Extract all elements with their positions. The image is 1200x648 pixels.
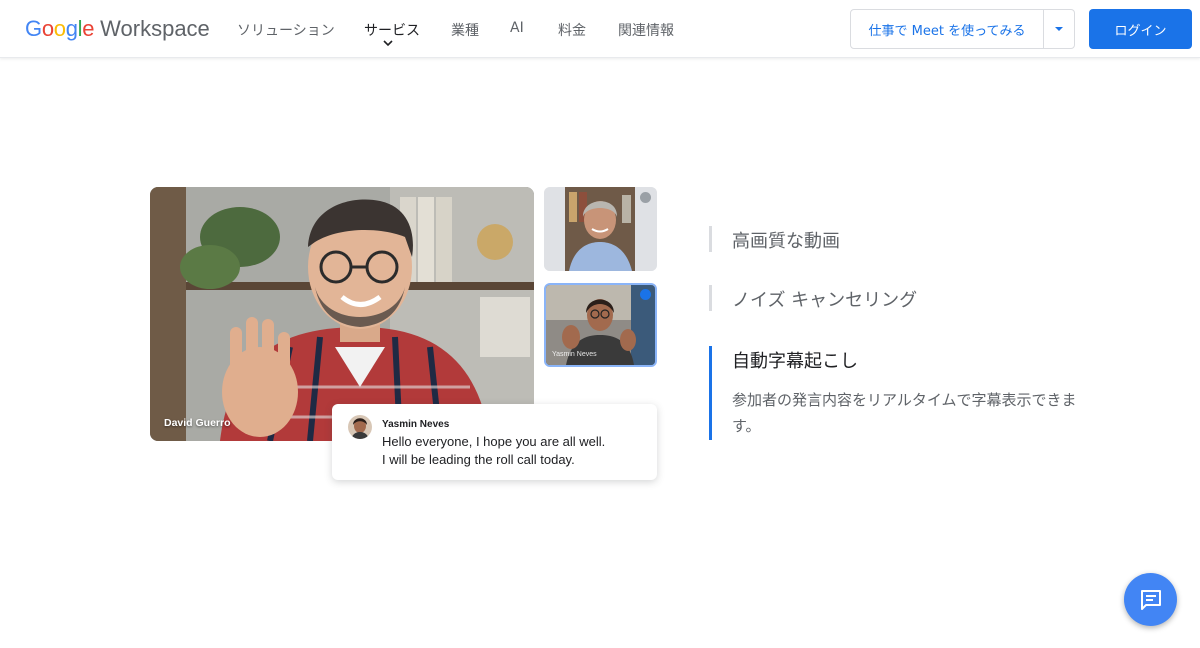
login-button[interactable]: ログイン xyxy=(1089,9,1192,49)
feature-indicator xyxy=(709,346,712,440)
google-workspace-logo[interactable]: Google Workspace xyxy=(25,16,210,42)
feature-description: 参加者の発言内容をリアルタイムで字幕表示できます。 xyxy=(732,391,1077,435)
try-meet-button[interactable]: 仕事で Meet を使ってみる xyxy=(851,10,1044,48)
caption-text-line: Hello everyone, I hope you are all well. xyxy=(382,434,606,449)
participant-tile-2[interactable]: Yasmin Neves xyxy=(544,283,657,367)
live-caption-card: Yasmin Neves Hello everyone, I hope you … xyxy=(332,404,657,480)
feature-noise-cancelling[interactable]: ノイズ キャンセリング xyxy=(709,285,1089,311)
google-wordmark: Google xyxy=(25,16,94,42)
caret-down-icon xyxy=(1055,27,1063,31)
feature-title: 高画質な動画 xyxy=(732,231,840,252)
avatar xyxy=(348,415,372,439)
feature-hd-video[interactable]: 高画質な動画 xyxy=(709,226,1089,252)
main-speaker-name: David Guerro xyxy=(164,417,231,429)
feature-title: ノイズ キャンセリング xyxy=(732,290,918,311)
logo-letter: o xyxy=(41,16,54,41)
site-header: Google Workspace ソリューション サービス 業種 AI 料金 関… xyxy=(0,0,1200,58)
nav-item-resources[interactable]: 関連情報 xyxy=(618,20,674,40)
feature-auto-captions[interactable]: 自動字幕起こし 参加者の発言内容をリアルタイムで字幕表示できます。 xyxy=(709,346,1089,440)
workspace-wordmark: Workspace xyxy=(100,16,210,41)
logo-letter: o xyxy=(53,16,66,41)
logo-letter: g xyxy=(65,16,78,41)
nav-item-pricing[interactable]: 料金 xyxy=(558,20,586,40)
main-video-tile: David Guerro xyxy=(150,187,534,441)
nav-item-solutions[interactable]: ソリューション xyxy=(237,20,335,40)
caption-text-line: I will be leading the roll call today. xyxy=(382,452,575,467)
feature-indicator xyxy=(709,285,712,311)
participant-name: Yasmin Neves xyxy=(552,351,597,358)
chevron-down-icon xyxy=(383,40,393,47)
feature-title: 自動字幕起こし xyxy=(732,351,858,372)
main-speaker-image xyxy=(150,187,534,441)
nav-item-services[interactable]: サービス xyxy=(364,20,420,40)
cta-dropdown-button[interactable] xyxy=(1044,10,1074,48)
muted-indicator-icon xyxy=(640,192,651,203)
try-meet-button-group: 仕事で Meet を使ってみる xyxy=(850,9,1075,49)
chat-button[interactable] xyxy=(1124,573,1177,626)
nav-item-industries[interactable]: 業種 xyxy=(451,20,479,40)
logo-letter: e xyxy=(82,16,95,41)
chat-icon xyxy=(1140,589,1161,610)
speaking-indicator-icon xyxy=(640,289,651,300)
logo-letter: G xyxy=(25,16,42,41)
caption-speaker-name: Yasmin Neves xyxy=(382,419,450,430)
feature-indicator xyxy=(709,226,712,252)
nav-item-ai[interactable]: AI xyxy=(510,20,524,36)
participant-tile-1[interactable] xyxy=(544,187,657,271)
